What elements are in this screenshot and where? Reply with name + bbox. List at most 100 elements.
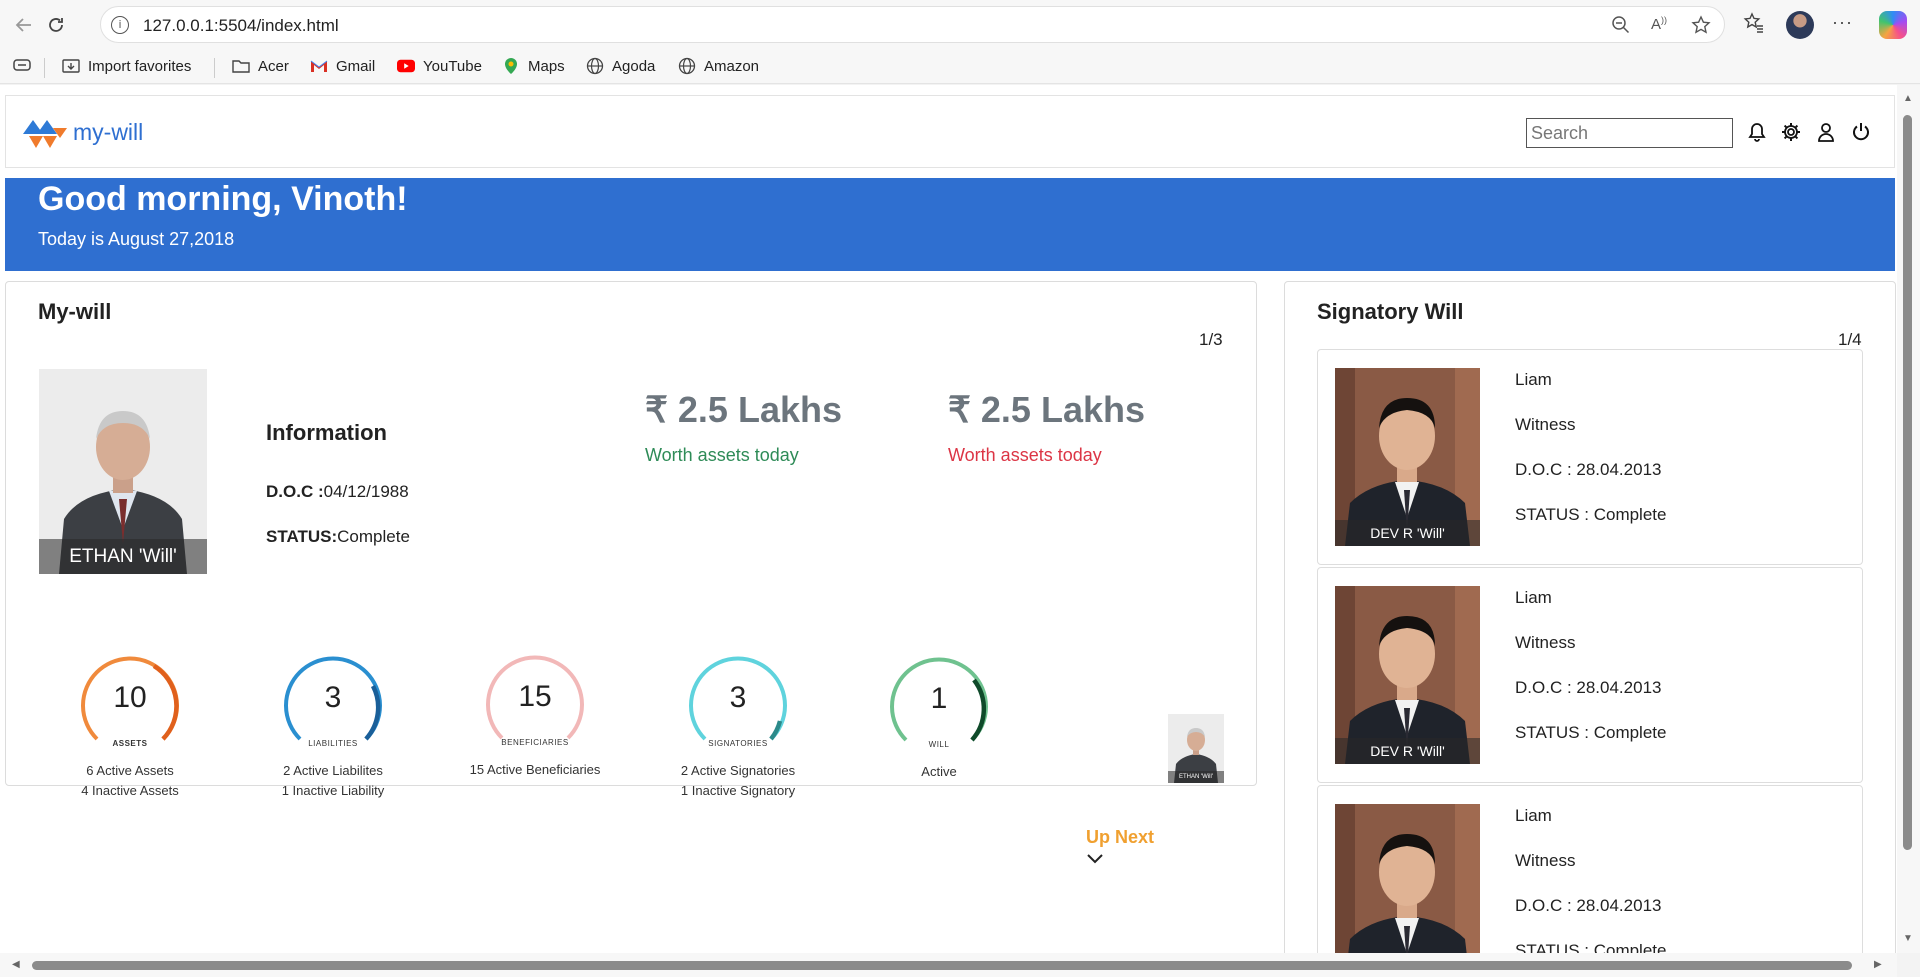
stat-value: 15 [518, 680, 552, 713]
signatory-role: Witness [1515, 851, 1576, 870]
stat-signatories[interactable]: 3 SIGNATORIES 2 Active Signatories 1 Ina… [663, 651, 813, 801]
fav-agoda[interactable]: Agoda [586, 57, 655, 75]
back-icon[interactable] [10, 11, 38, 39]
fav-label: Acer [258, 57, 289, 75]
maps-icon [502, 57, 520, 75]
scroll-up-icon[interactable]: ▲ [1903, 93, 1913, 104]
fav-label: Amazon [704, 57, 760, 75]
fav-label: Import favorites [88, 57, 192, 75]
stat-will[interactable]: 1 WILL Active [864, 652, 1014, 782]
fav-gmail[interactable]: Gmail [310, 57, 375, 75]
address-bar[interactable]: i 127.0.0.1:5504/index.html A)) [100, 6, 1725, 43]
stat-liabilities[interactable]: 3 LIABILITIES 2 Active Liabilites 1 Inac… [258, 651, 408, 801]
vertical-scrollbar[interactable]: ▲ ▼ [1897, 85, 1920, 953]
young-man-portrait-image [1335, 804, 1480, 953]
greeting-banner: Good morning, Vinoth! Today is August 27… [5, 178, 1895, 271]
doc-row: D.O.C :04/12/1988 [266, 482, 409, 502]
stat-line: 2 Active Liabilites [283, 763, 383, 778]
user-icon[interactable] [1814, 120, 1838, 144]
greeting-text: Good morning, Vinoth! [38, 180, 408, 218]
more-icon[interactable]: ··· [1832, 12, 1853, 33]
doc-label: D.O.C : [266, 482, 324, 501]
horizontal-scroll-thumb[interactable] [32, 961, 1852, 970]
beneficiaries-ring: 15 BENEFICIARIES [480, 650, 590, 760]
stat-beneficiaries[interactable]: 15 BENEFICIARIES 15 Active Beneficiaries [460, 650, 610, 780]
signatory-name: Liam [1515, 588, 1552, 607]
date-text: Today is August 27,2018 [38, 229, 235, 249]
fav-amazon[interactable]: Amazon [678, 57, 759, 75]
import-icon [62, 57, 80, 75]
stat-line: 4 Inactive Assets [81, 783, 179, 798]
fav-label: YouTube [423, 57, 482, 75]
worth-amount: ₹ 2.5 Lakhs [948, 389, 1145, 430]
signatories-ring: 3 SIGNATORIES [683, 651, 793, 761]
site-info-icon[interactable]: i [111, 16, 129, 34]
signatory-item[interactable]: DEV R 'Will' Liam Witness D.O.C : 28.04.… [1317, 349, 1863, 565]
profile-avatar[interactable] [1786, 11, 1814, 39]
stat-line: Active [921, 764, 957, 779]
signatory-caption: DEV R 'Will' [1335, 738, 1480, 764]
browser-toolbar: i 127.0.0.1:5504/index.html A)) ··· [0, 0, 1920, 50]
liabilities-ring: 3 LIABILITIES [278, 651, 388, 761]
doc-value: 04/12/1988 [323, 482, 409, 501]
stat-line: 1 Inactive Liability [281, 783, 385, 798]
worth-block-2: ₹ 2.5 Lakhs Worth assets today [948, 389, 1145, 466]
fav-label: Maps [528, 57, 565, 75]
copilot-icon[interactable] [1879, 11, 1907, 39]
app-logo[interactable]: my-will [21, 114, 143, 150]
gmail-icon [310, 57, 328, 75]
signatory-will-title: Signatory Will [1317, 299, 1464, 324]
favorites-icon[interactable] [1743, 12, 1765, 40]
stat-tag: SIGNATORIES [708, 739, 768, 748]
signatory-doc: D.O.C : 28.04.2013 [1515, 678, 1662, 697]
signatory-status: STATUS : Complete [1515, 723, 1667, 742]
globe-icon [678, 57, 696, 75]
scroll-right-icon[interactable]: ▶ [1874, 959, 1882, 970]
stat-tag: WILL [928, 740, 950, 749]
stat-value: 3 [729, 681, 747, 714]
zoom-out-icon[interactable] [1611, 15, 1631, 40]
search-input[interactable] [1526, 118, 1733, 148]
stat-assets[interactable]: 10 ASSETS 6 Active Assets 4 Inactive Ass… [55, 651, 205, 801]
will-owner-portrait[interactable]: ETHAN 'Will' [39, 369, 207, 574]
favorite-star-icon[interactable] [1691, 15, 1711, 40]
gear-icon[interactable] [1779, 120, 1803, 144]
signatory-item[interactable]: DEV R 'Will' Liam Witness D.O.C : 28.04.… [1317, 567, 1863, 783]
chevron-down-icon[interactable] [1086, 852, 1104, 870]
fav-maps[interactable]: Maps [502, 57, 565, 75]
vertical-scroll-thumb[interactable] [1903, 115, 1912, 850]
status-label: STATUS: [266, 527, 338, 546]
url-text[interactable]: 127.0.0.1:5504/index.html [143, 16, 339, 36]
status-row: STATUS:Complete [266, 527, 410, 547]
fav-import-favorites[interactable]: Import favorites [62, 57, 191, 75]
signatory-pager[interactable]: 1/4 [1838, 330, 1862, 350]
scroll-down-icon[interactable]: ▼ [1903, 933, 1913, 944]
signatory-item[interactable]: Liam Witness D.O.C : 28.04.2013 STATUS :… [1317, 785, 1863, 953]
up-next-label[interactable]: Up Next [1086, 827, 1154, 848]
folder-icon [232, 57, 250, 75]
signatory-name: Liam [1515, 806, 1552, 825]
globe-icon [586, 57, 604, 75]
signatory-portrait [1335, 804, 1480, 953]
stat-line: 1 Inactive Signatory [680, 783, 796, 798]
signatory-caption: DEV R 'Will' [1335, 520, 1480, 546]
signatory-portrait: DEV R 'Will' [1335, 368, 1480, 546]
up-next-thumbnail[interactable]: ETHAN 'Will' [1168, 714, 1224, 783]
scroll-left-icon[interactable]: ◀ [12, 959, 20, 970]
fav-acer[interactable]: Acer [232, 57, 289, 75]
stat-value: 1 [930, 682, 948, 715]
power-icon[interactable] [1849, 120, 1873, 144]
refresh-icon[interactable] [42, 11, 70, 39]
top-navbar: my-will [5, 95, 1895, 168]
will-ring: 1 WILL [884, 652, 994, 762]
fav-youtube[interactable]: YouTube [397, 57, 482, 75]
logo-text: my-will [73, 118, 144, 145]
fav-label: Gmail [336, 57, 376, 75]
bell-icon[interactable] [1745, 120, 1769, 144]
my-will-pager[interactable]: 1/3 [1199, 330, 1223, 350]
my-will-title: My-will [38, 299, 112, 324]
horizontal-scrollbar[interactable]: ◀ ▶ [0, 953, 1897, 977]
stat-line: 2 Active Signatories [680, 763, 796, 778]
tab-actions-icon[interactable] [12, 57, 32, 73]
read-aloud-icon[interactable]: A)) [1651, 15, 1667, 33]
